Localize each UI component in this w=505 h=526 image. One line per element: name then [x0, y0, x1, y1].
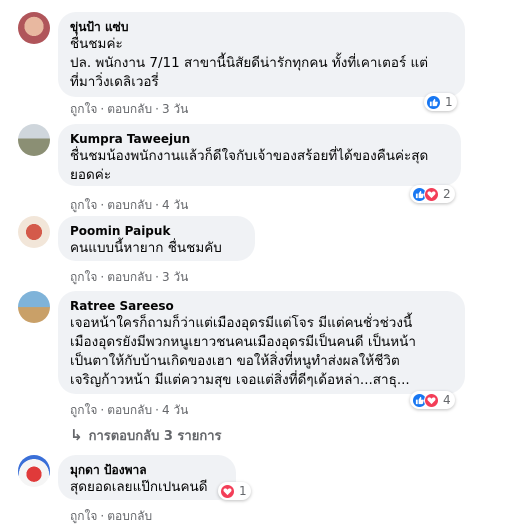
comment-text-line: เจอหน้าใครก็ถามก็ว่าแต่เมืองอุดรมีแต่โจร… [70, 315, 413, 331]
comment-bubble: Poomin Paipuk คนแบบนี้หายาก ชื่นชมคับ [58, 216, 255, 261]
reaction-count: 2 [443, 187, 451, 201]
reaction-count: 4 [443, 393, 451, 407]
comment-actions: ถูกใจ · ตอบกลับ · 3 วัน [70, 268, 188, 287]
avatar[interactable] [18, 216, 50, 248]
reply-link[interactable]: ตอบกลับ [107, 196, 152, 215]
comment-text-line: ชื่นชมค่ะ [70, 36, 123, 52]
reaction-count: 1 [445, 95, 453, 109]
comment-text-line: ยอดค่ะ [70, 167, 112, 183]
comment-text-line: ปล. พนักงาน 7/11 สาขานี้นิสัยดีน่ารักทุก… [70, 55, 429, 71]
comment-text-line: ที่มาวิ่งเดลิเวอรี่ [70, 74, 159, 90]
comment-author[interactable]: Poomin Paipuk [70, 223, 243, 239]
comment-time[interactable]: 4 วัน [162, 196, 188, 215]
reply-link[interactable]: ตอบกลับ [107, 401, 152, 420]
comment-text-line: เป็นตาให้กับบ้านเกิดของเฮา ขอให้สิ่งที่ห… [70, 353, 400, 369]
comment-actions: ถูกใจ · ตอบกลับ · 4 วัน [70, 196, 188, 215]
avatar[interactable] [18, 12, 50, 44]
love-icon [220, 483, 235, 499]
reply-link[interactable]: ตอบกลับ [107, 268, 152, 287]
comment-author[interactable]: ขุ่นป้า แซ่บ [70, 19, 453, 35]
comment-author[interactable]: มุกดา ป้องพาล [70, 462, 224, 478]
comment-actions: ถูกใจ · ตอบกลับ · 3 วัน [70, 100, 188, 119]
like-icon [426, 94, 441, 110]
comment-text-line: คนแบบนี้หายาก ชื่นชมคับ [70, 240, 222, 256]
reaction-summary[interactable]: 2 [410, 185, 455, 203]
reply-arrow-icon: ↳ [70, 426, 83, 444]
reply-link[interactable]: ตอบกลับ [107, 100, 152, 119]
like-link[interactable]: ถูกใจ [70, 196, 97, 215]
comment-actions: ถูกใจ · ตอบกลับ · 4 วัน [70, 401, 188, 420]
love-icon [424, 392, 439, 408]
comment-bubble: Kumpra Taweejun ชื่นชมน้องพนักงานแล้วก็ด… [58, 124, 461, 186]
view-replies-label: การตอบกลับ 3 รายการ [88, 429, 222, 444]
view-replies-link[interactable]: ↳ การตอบกลับ 3 รายการ [70, 425, 221, 446]
comment-author[interactable]: Kumpra Taweejun [70, 131, 449, 147]
comment-bubble: Ratree Sareeso เจอหน้าใครก็ถามก็ว่าแต่เม… [58, 291, 465, 394]
avatar[interactable] [18, 124, 50, 156]
like-link[interactable]: ถูกใจ [70, 100, 97, 119]
like-link[interactable]: ถูกใจ [70, 268, 97, 287]
comment-time[interactable]: 4 วัน [162, 401, 188, 420]
reaction-summary[interactable]: 1 [218, 482, 251, 500]
reaction-summary[interactable]: 1 [424, 93, 457, 111]
comment-text-line: เมืองอุดรยังมีพวกหนูเยาวชนคนเมืองอุดรมีเ… [70, 334, 416, 350]
comment-time[interactable]: 3 วัน [162, 268, 188, 287]
avatar[interactable] [18, 455, 50, 487]
comment-author[interactable]: Ratree Sareeso [70, 298, 453, 314]
love-icon [424, 186, 439, 202]
like-link[interactable]: ถูกใจ [70, 401, 97, 420]
comment-text-line: สุดยอดเลยแป๊กเปนคนดี [70, 479, 208, 495]
comment-time[interactable]: 3 วัน [162, 100, 188, 119]
comment-text-line: ชื่นชมน้องพนักงานแล้วก็ดีใจกับเจ้าของสร้… [70, 148, 429, 164]
reaction-count: 1 [239, 484, 247, 498]
avatar[interactable] [18, 291, 50, 323]
comment-bubble: มุกดา ป้องพาล สุดยอดเลยแป๊กเปนคนดี [58, 455, 236, 500]
comment-bubble: ขุ่นป้า แซ่บ ชื่นชมค่ะ ปล. พนักงาน 7/11 … [58, 12, 465, 97]
comment-text-line: เจริญก้าวหน้า มีแต่ความสุข เจอแต่สิ่งที่… [70, 372, 410, 388]
reaction-summary[interactable]: 4 [410, 391, 455, 409]
